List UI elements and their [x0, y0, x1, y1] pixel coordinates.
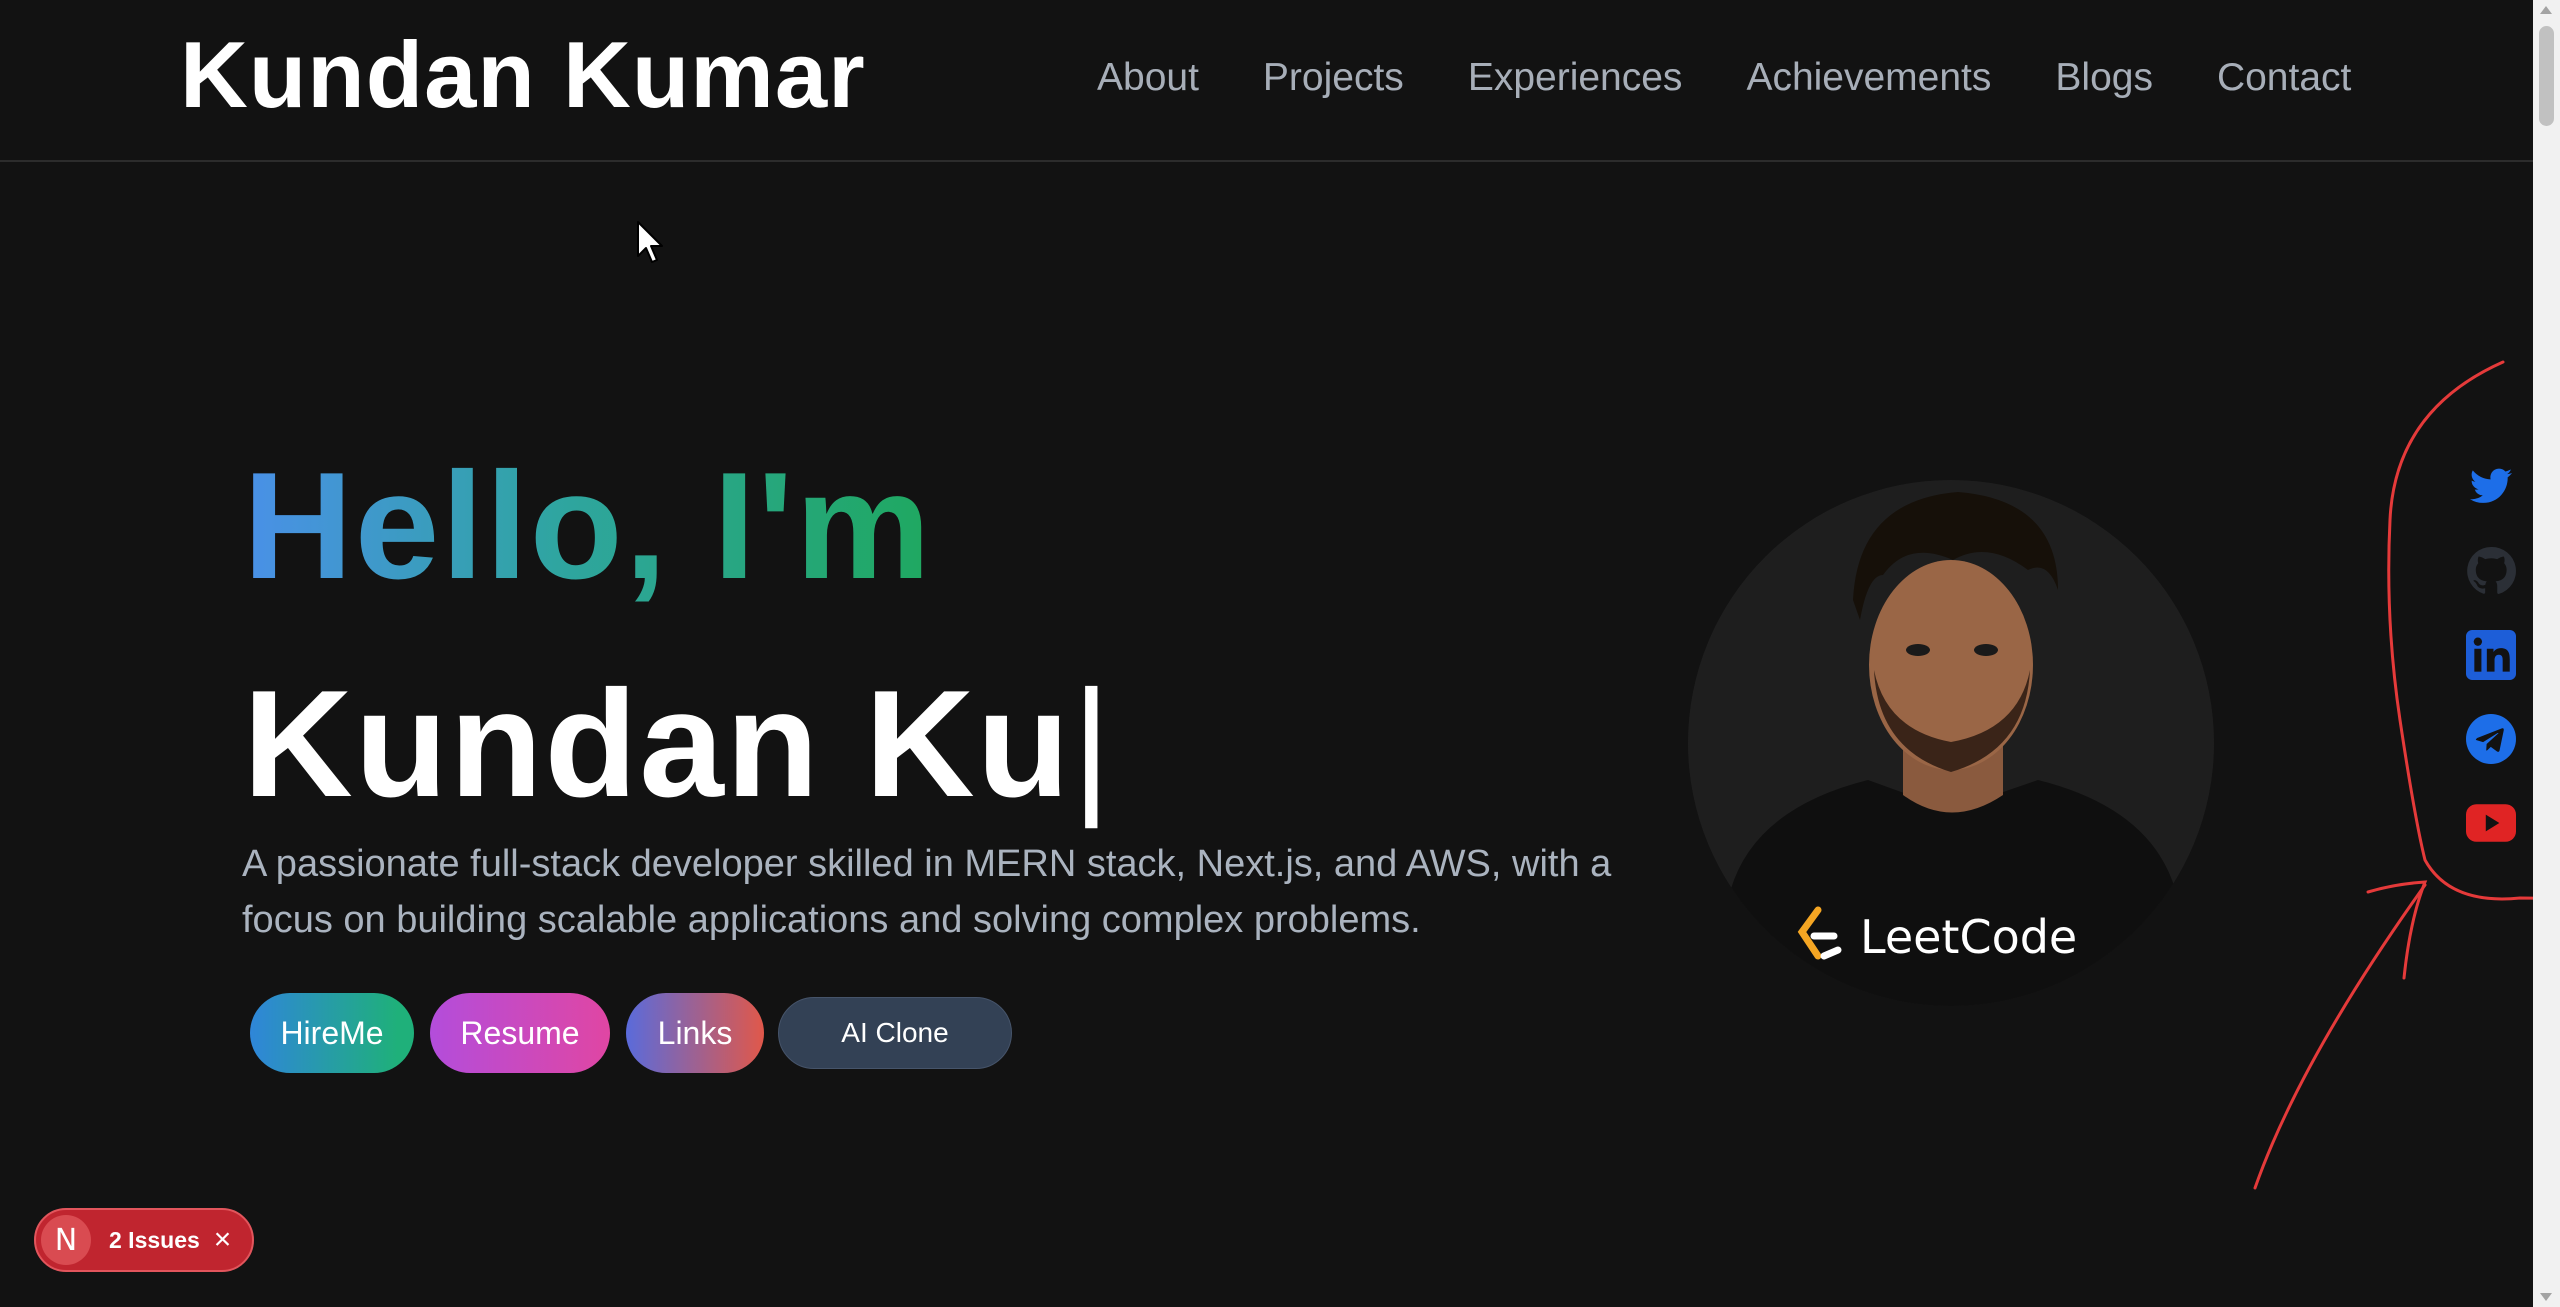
hero-description: A passionate full-stack developer skille…	[242, 843, 1612, 941]
nav-projects[interactable]: Projects	[1263, 58, 1404, 97]
hero-greeting: Hello, I'm	[243, 441, 933, 611]
shirt-logo-text: LeetCode	[1860, 910, 2078, 964]
nav-contact[interactable]: Contact	[2217, 58, 2351, 97]
ai-clone-button[interactable]: AI Clone	[778, 997, 1012, 1069]
links-button[interactable]: Links	[626, 993, 764, 1073]
nav-about[interactable]: About	[1097, 58, 1199, 97]
linkedin-icon[interactable]	[2466, 630, 2516, 680]
main-nav: About Projects Experiences Achievements …	[1097, 58, 2351, 97]
page-scrollbar[interactable]	[2533, 0, 2560, 1307]
scroll-up-arrow-icon[interactable]	[2540, 6, 2552, 14]
close-icon[interactable]: ×	[214, 1225, 232, 1255]
scroll-down-arrow-icon[interactable]	[2540, 1293, 2552, 1301]
twitter-icon[interactable]	[2466, 462, 2516, 512]
brand-name[interactable]: Kundan Kumar	[180, 28, 866, 122]
telegram-icon[interactable]	[2466, 714, 2516, 764]
issues-count: 2 Issues	[109, 1226, 200, 1253]
nav-blogs[interactable]: Blogs	[2055, 58, 2153, 97]
resume-button[interactable]: Resume	[430, 993, 610, 1073]
dev-issues-badge[interactable]: N 2 Issues ×	[34, 1208, 254, 1272]
github-icon[interactable]	[2466, 546, 2516, 596]
site-header: Kundan Kumar About Projects Experiences …	[0, 0, 2533, 162]
typed-name-text: Kundan Ku	[243, 659, 1072, 829]
mouse-cursor-icon	[637, 221, 663, 263]
profile-photo: LeetCode	[1688, 480, 2214, 1006]
youtube-icon[interactable]	[2466, 798, 2516, 848]
scrollbar-thumb[interactable]	[2539, 26, 2554, 126]
portfolio-page: Kundan Kumar About Projects Experiences …	[0, 0, 2560, 1307]
nextjs-logo-icon: N	[41, 1215, 91, 1265]
typing-caret: |	[1071, 659, 1114, 829]
nav-achievements[interactable]: Achievements	[1746, 58, 1991, 97]
nav-experiences[interactable]: Experiences	[1468, 58, 1683, 97]
hire-me-button[interactable]: HireMe	[250, 993, 414, 1073]
hero-typed-name: Kundan Ku|	[243, 668, 1113, 820]
